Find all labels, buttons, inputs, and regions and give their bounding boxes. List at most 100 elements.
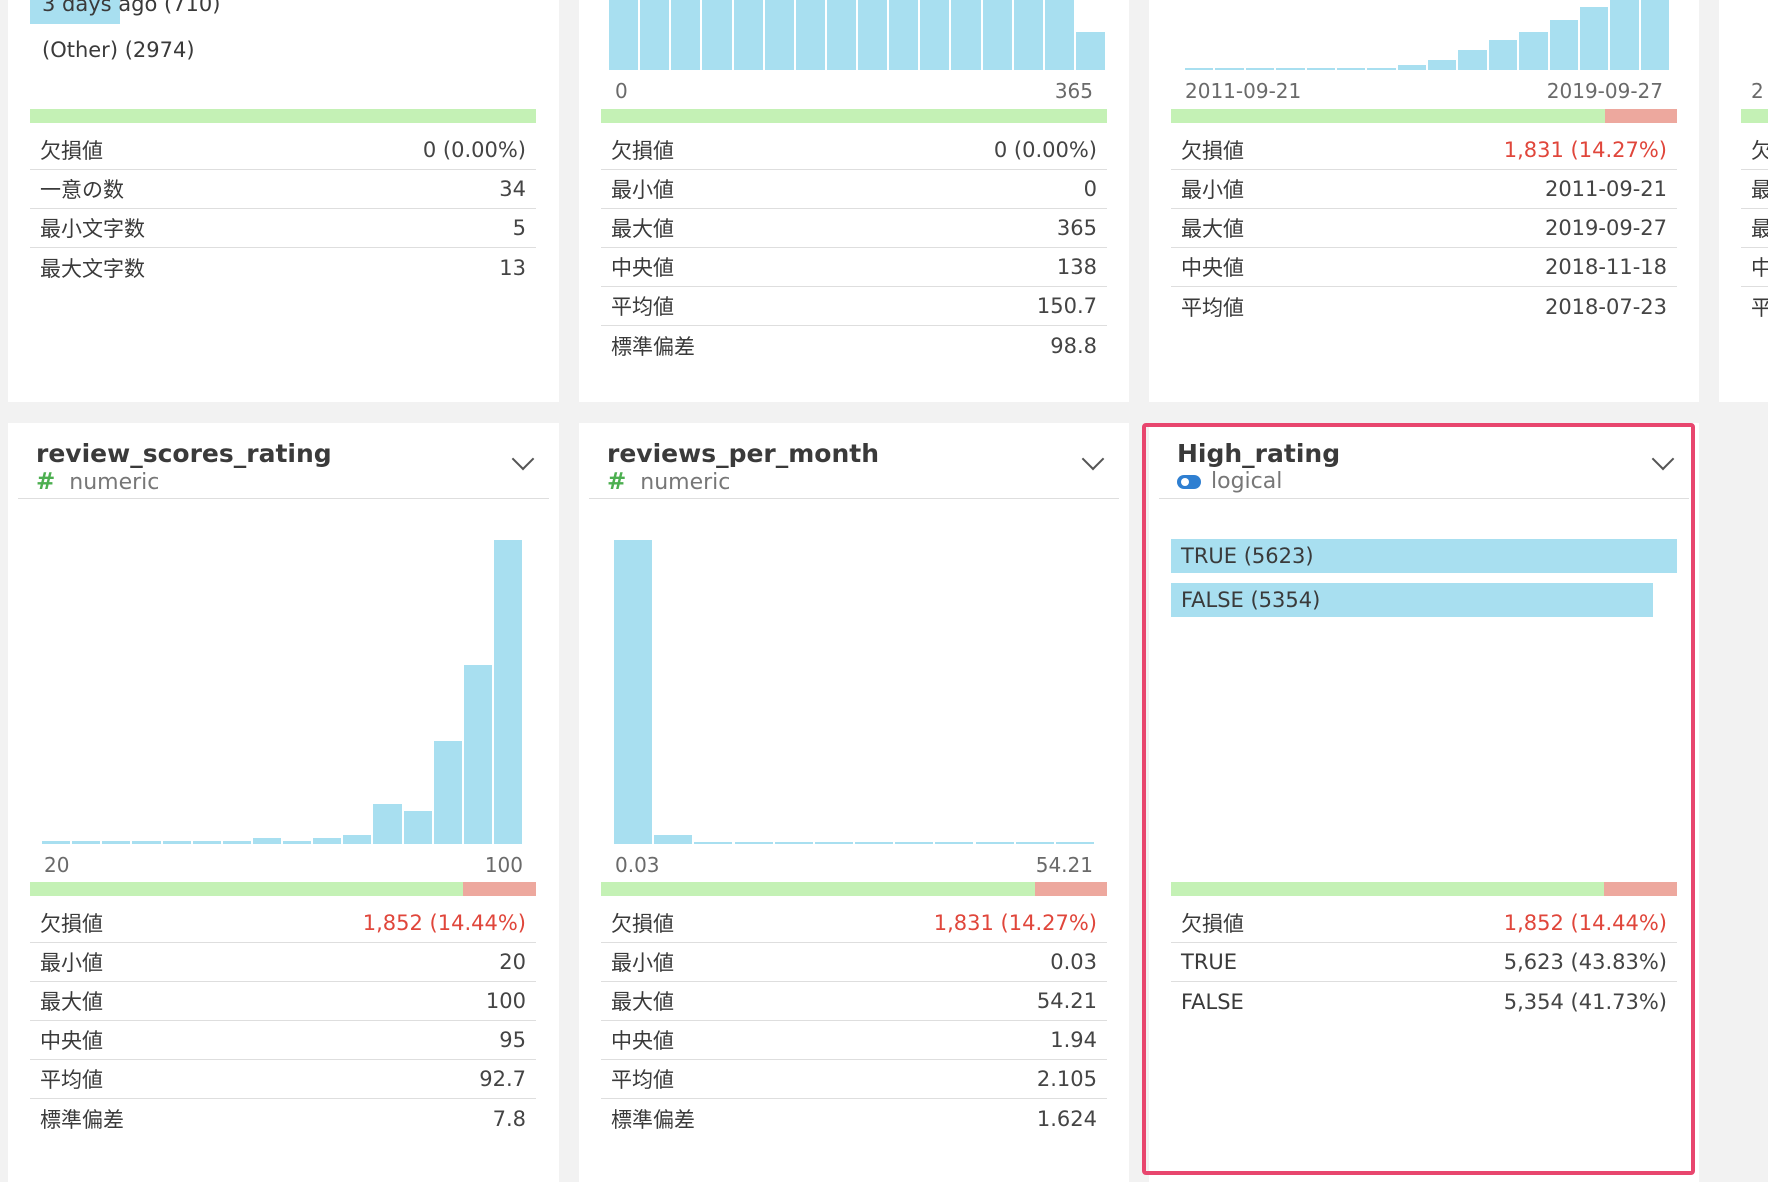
stat-row: 標準偏差 7.8 [30, 1099, 536, 1138]
stat-row: 最小値 0.03 [601, 943, 1107, 982]
histogram-bar[interactable] [1306, 68, 1335, 70]
histogram-bar[interactable] [889, 0, 919, 70]
stat-label: 欠損値 [611, 912, 674, 936]
stat-value: 0.03 [1050, 950, 1097, 974]
category-item: (Other) (2974) [42, 38, 195, 62]
histogram-bar[interactable] [855, 842, 894, 844]
histogram-bar[interactable] [734, 842, 773, 844]
stats-table: 欠損値 1,831 (14.27%) 最小値 0.03 最大値 54.21 中央値 1.94 平… [601, 904, 1107, 1138]
stat-value: 34 [499, 177, 526, 201]
histogram-bar[interactable] [920, 0, 950, 70]
histogram-bar[interactable] [614, 540, 653, 844]
histogram-bar[interactable] [774, 842, 813, 844]
stat-label: 最小文字数 [40, 217, 145, 241]
histogram-bar[interactable] [1458, 50, 1487, 70]
histogram-bar[interactable] [373, 804, 402, 844]
histogram-bar[interactable] [222, 840, 251, 844]
histogram-bar[interactable] [640, 0, 670, 70]
column-name: review_scores_rating [36, 439, 332, 468]
histogram-bar[interactable] [252, 837, 281, 844]
quality-bar-missing [1604, 109, 1677, 123]
histogram-bar[interactable] [102, 840, 131, 844]
histogram-bar[interactable] [403, 810, 432, 844]
axis-max-label: 2019-09-27 [1546, 79, 1663, 103]
histogram-bar[interactable] [814, 842, 853, 844]
histogram-bar[interactable] [654, 834, 693, 844]
column-type-label: numeric [69, 469, 160, 495]
stat-label: 最 [1751, 178, 1768, 202]
stat-value: 1,852 (14.44%) [362, 911, 526, 935]
histogram-bar[interactable] [1549, 19, 1578, 70]
stat-value: 92.7 [479, 1067, 526, 1091]
stat-row: 最 [1741, 209, 1768, 248]
histogram-bar[interactable] [72, 840, 101, 844]
histogram-bar[interactable] [343, 834, 372, 844]
histogram-bar[interactable] [764, 0, 794, 70]
histogram [42, 540, 522, 844]
stat-row: 欠損値 1,831 (14.27%) [601, 904, 1107, 943]
stat-row: 平均値 92.7 [30, 1060, 536, 1099]
stat-row: 平 [1741, 287, 1768, 326]
histogram-bar[interactable] [733, 0, 763, 70]
column-type-label: numeric [640, 469, 731, 495]
histogram-bar[interactable] [671, 0, 701, 70]
histogram-bar[interactable] [1015, 842, 1054, 844]
histogram-bar[interactable] [283, 840, 312, 844]
histogram-bar[interactable] [1579, 7, 1609, 70]
histogram-bar[interactable] [192, 840, 221, 844]
stat-value: 138 [1056, 255, 1097, 279]
stat-label: 欠損値 [40, 139, 103, 163]
histogram-bar[interactable] [935, 842, 974, 844]
histogram-bar[interactable] [702, 0, 732, 70]
histogram-bar[interactable] [1367, 67, 1396, 70]
stat-value: 2011-09-21 [1544, 177, 1667, 201]
histogram [1185, 0, 1669, 70]
chevron-down-icon[interactable] [1081, 447, 1105, 471]
stat-row: 中央値 2018-11-18 [1171, 248, 1677, 287]
histogram-bar[interactable] [795, 0, 825, 70]
histogram-bar[interactable] [1640, 0, 1669, 70]
stat-value: 95 [499, 1028, 526, 1052]
histogram-bar[interactable] [895, 842, 934, 844]
histogram-bar[interactable] [313, 837, 342, 844]
histogram-bar[interactable] [1013, 0, 1043, 70]
histogram-bar[interactable] [493, 540, 522, 844]
stat-row: 最大値 2019-09-27 [1171, 209, 1677, 248]
stat-label: 平均値 [40, 1068, 103, 1092]
histogram-bar[interactable] [1397, 65, 1426, 70]
histogram-bar[interactable] [609, 0, 639, 70]
stat-label: 中央値 [1181, 256, 1244, 280]
histogram-bar[interactable] [982, 0, 1012, 70]
histogram-bar[interactable] [1610, 0, 1639, 70]
histogram-bar[interactable] [1276, 68, 1305, 70]
histogram-bar[interactable] [1075, 31, 1105, 70]
histogram-bar[interactable] [694, 842, 733, 844]
histogram-bar[interactable] [1519, 32, 1548, 70]
histogram-bar[interactable] [1055, 842, 1094, 844]
histogram-bar[interactable] [463, 664, 492, 844]
histogram-bar[interactable] [132, 840, 161, 844]
stat-label: 最小値 [1181, 178, 1244, 202]
histogram-bar[interactable] [1245, 68, 1275, 70]
histogram-bar[interactable] [951, 0, 981, 70]
histogram-bar[interactable] [1215, 68, 1244, 70]
histogram-bar[interactable] [1185, 68, 1214, 70]
histogram-bar[interactable] [1336, 68, 1366, 70]
histogram-bar[interactable] [433, 740, 462, 844]
chevron-down-icon[interactable] [511, 447, 535, 471]
histogram-bar[interactable] [858, 0, 888, 70]
card-header: review_scores_rating # numeric [18, 423, 549, 499]
histogram-bar[interactable] [975, 842, 1014, 844]
category-item: 3 days ago (710) [42, 0, 221, 16]
histogram-bar[interactable] [1044, 0, 1074, 70]
histogram [609, 0, 1105, 70]
stat-value: 0 [1083, 177, 1097, 201]
histogram-bar[interactable] [1488, 39, 1518, 70]
histogram-bar[interactable] [42, 840, 71, 844]
stat-row: 中 [1741, 248, 1768, 287]
stat-label: 平均値 [611, 295, 674, 319]
stat-label: 欠損値 [40, 912, 103, 936]
histogram-bar[interactable] [1428, 60, 1457, 70]
histogram-bar[interactable] [826, 0, 856, 70]
histogram-bar[interactable] [162, 840, 191, 844]
